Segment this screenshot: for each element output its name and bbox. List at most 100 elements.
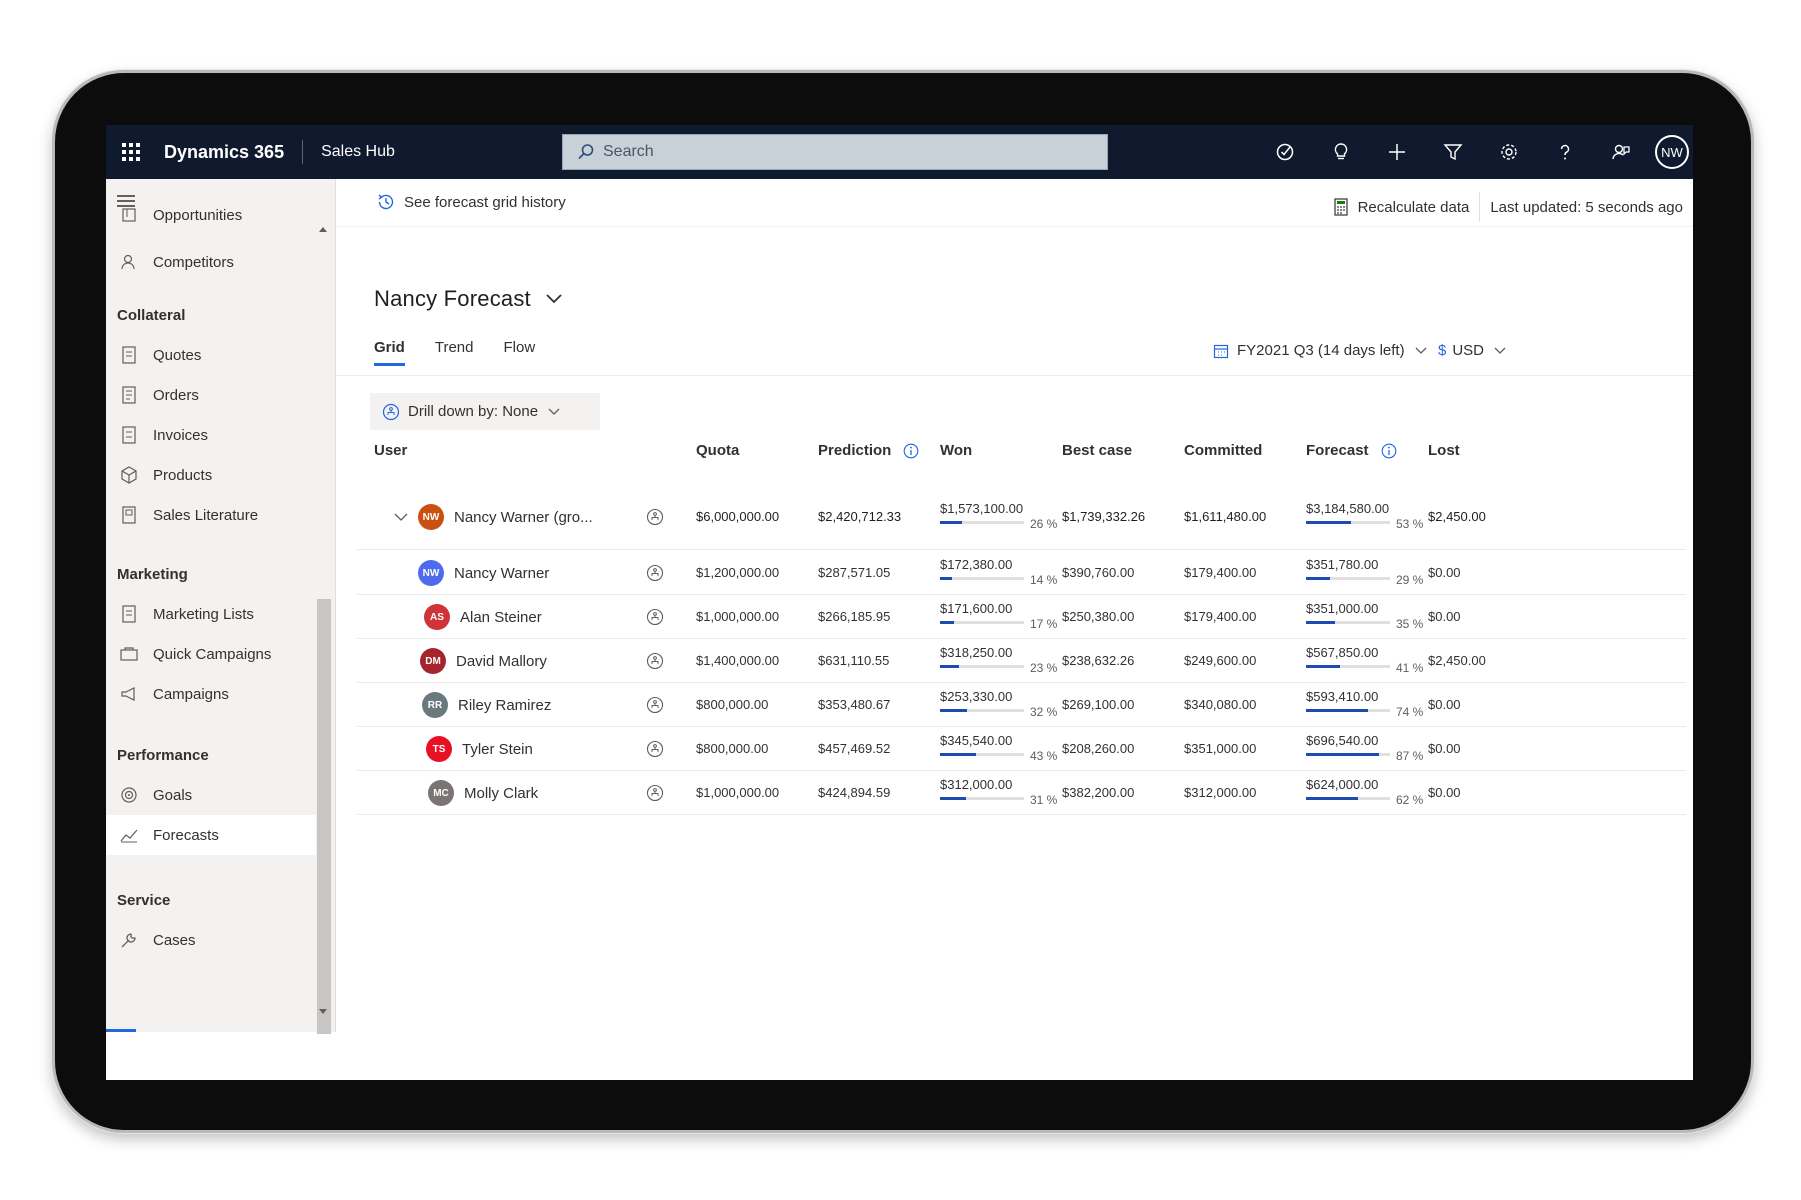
sidebar-item-marketing-lists[interactable]: Marketing Lists: [106, 594, 316, 634]
forecast-cell[interactable]: $696,540.00 87 %: [1306, 733, 1426, 767]
prediction-cell[interactable]: $457,469.52: [818, 741, 890, 756]
won-cell[interactable]: $171,600.00 17 %: [940, 601, 1060, 635]
chevron-down-icon[interactable]: [394, 512, 408, 522]
column-header-best-case[interactable]: Best case: [1062, 442, 1132, 459]
forecast-cell[interactable]: $351,000.00 35 %: [1306, 601, 1426, 635]
forecast-cell[interactable]: $567,850.00 41 %: [1306, 645, 1426, 679]
sidebar-item-forecasts[interactable]: Forecasts: [106, 815, 316, 855]
committed-cell[interactable]: $1,611,480.00: [1184, 509, 1266, 524]
filter-button[interactable]: [1425, 125, 1481, 179]
feedback-button[interactable]: [1593, 125, 1649, 179]
period-selector[interactable]: FY2021 Q3 (14 days left): [1213, 342, 1435, 359]
committed-cell[interactable]: $340,080.00: [1184, 697, 1256, 712]
won-cell[interactable]: $172,380.00 14 %: [940, 557, 1060, 591]
column-header-quota[interactable]: Quota: [696, 442, 739, 459]
best-case-cell[interactable]: $250,380.00: [1062, 609, 1134, 624]
prediction-cell[interactable]: $424,894.59: [818, 785, 890, 800]
info-icon[interactable]: [1381, 443, 1397, 459]
tab-trend[interactable]: Trend: [435, 339, 474, 366]
sidebar-item-quick-campaigns[interactable]: Quick Campaigns: [106, 634, 316, 674]
hierarchy-icon[interactable]: [646, 508, 664, 526]
lost-cell[interactable]: $2,450.00: [1428, 509, 1486, 524]
app-name[interactable]: Sales Hub: [321, 143, 395, 161]
task-check-button[interactable]: [1257, 125, 1313, 179]
table-group-row[interactable]: NW Nancy Warner (gro... $6,000,000.00 $2,42…: [356, 484, 1686, 550]
table-row[interactable]: AS Alan Steiner $1,000,000.00 $266,185.95 $1…: [356, 595, 1686, 639]
table-row[interactable]: TS Tyler Stein $800,000.00 $457,469.52 $345,…: [356, 727, 1686, 771]
lost-cell[interactable]: $0.00: [1428, 697, 1461, 712]
best-case-cell[interactable]: $390,760.00: [1062, 565, 1134, 580]
won-cell[interactable]: $345,540.00 43 %: [940, 733, 1060, 767]
lost-cell[interactable]: $0.00: [1428, 565, 1461, 580]
sidebar-item-campaigns[interactable]: Campaigns: [106, 674, 316, 714]
hierarchy-icon[interactable]: [646, 784, 664, 802]
user-name[interactable]: Molly Clark: [464, 785, 538, 802]
sidebar-scrollbar-thumb[interactable]: [317, 599, 331, 1034]
committed-cell[interactable]: $351,000.00: [1184, 741, 1256, 756]
column-header-user[interactable]: User: [374, 442, 407, 459]
user-avatar[interactable]: NW: [1655, 135, 1689, 169]
hierarchy-icon[interactable]: [646, 564, 664, 582]
won-cell[interactable]: $318,250.00 23 %: [940, 645, 1060, 679]
quota-cell[interactable]: $1,000,000.00: [696, 609, 779, 624]
prediction-cell[interactable]: $266,185.95: [818, 609, 890, 624]
forecast-cell[interactable]: $624,000.00 62 %: [1306, 777, 1426, 811]
user-name[interactable]: Tyler Stein: [462, 741, 533, 758]
drill-down-button[interactable]: Drill down by: None: [370, 393, 600, 430]
committed-cell[interactable]: $179,400.00: [1184, 565, 1256, 580]
table-row[interactable]: DM David Mallory $1,400,000.00 $631,110.55 $…: [356, 639, 1686, 683]
column-header-lost[interactable]: Lost: [1428, 442, 1460, 459]
column-header-committed[interactable]: Committed: [1184, 442, 1262, 459]
won-cell[interactable]: $1,573,100.00 26 %: [940, 501, 1060, 535]
best-case-cell[interactable]: $1,739,332.26: [1062, 509, 1145, 524]
tab-flow[interactable]: Flow: [503, 339, 535, 366]
app-launcher-button[interactable]: [106, 125, 156, 179]
recalculate-button[interactable]: Recalculate data: [1333, 198, 1469, 216]
sidebar-item-goals[interactable]: Goals: [106, 775, 316, 815]
sidebar-item-cases[interactable]: Cases: [106, 920, 316, 960]
prediction-cell[interactable]: $631,110.55: [818, 653, 889, 668]
new-button[interactable]: [1369, 125, 1425, 179]
quota-cell[interactable]: $1,400,000.00: [696, 653, 779, 668]
quota-cell[interactable]: $800,000.00: [696, 697, 768, 712]
won-cell[interactable]: $253,330.00 32 %: [940, 689, 1060, 723]
hierarchy-icon[interactable]: [646, 608, 664, 626]
table-row[interactable]: NW Nancy Warner $1,200,000.00 $287,571.05 $1…: [356, 551, 1686, 595]
prediction-cell[interactable]: $287,571.05: [818, 565, 890, 580]
forecast-cell[interactable]: $351,780.00 29 %: [1306, 557, 1426, 591]
quota-cell[interactable]: $1,000,000.00: [696, 785, 779, 800]
forecast-history-button[interactable]: See forecast grid history: [376, 192, 566, 212]
scroll-down-arrow[interactable]: [319, 1009, 327, 1014]
prediction-cell[interactable]: $2,420,712.33: [818, 509, 901, 524]
committed-cell[interactable]: $179,400.00: [1184, 609, 1256, 624]
tab-grid[interactable]: Grid: [374, 339, 405, 366]
sidebar-item-competitors[interactable]: Competitors: [106, 242, 316, 282]
sidebar-item-products[interactable]: Products: [106, 455, 316, 495]
best-case-cell[interactable]: $238,632.26: [1062, 653, 1134, 668]
sidebar-item-quotes[interactable]: Quotes: [106, 335, 316, 375]
scroll-up-arrow[interactable]: [319, 227, 327, 232]
quota-cell[interactable]: $1,200,000.00: [696, 565, 779, 580]
lost-cell[interactable]: $0.00: [1428, 785, 1461, 800]
user-name[interactable]: Nancy Warner: [454, 565, 549, 582]
search-input[interactable]: Search: [562, 134, 1108, 170]
sidebar-item-sales-literature[interactable]: Sales Literature: [106, 495, 316, 535]
best-case-cell[interactable]: $208,260.00: [1062, 741, 1134, 756]
sidebar-item-invoices[interactable]: Invoices: [106, 415, 316, 455]
help-button[interactable]: [1537, 125, 1593, 179]
best-case-cell[interactable]: $382,200.00: [1062, 785, 1134, 800]
forecast-cell[interactable]: $593,410.00 74 %: [1306, 689, 1426, 723]
hierarchy-icon[interactable]: [646, 696, 664, 714]
prediction-cell[interactable]: $353,480.67: [818, 697, 890, 712]
user-name[interactable]: David Mallory: [456, 653, 547, 670]
column-header-forecast[interactable]: Forecast: [1306, 442, 1397, 459]
column-header-won[interactable]: Won: [940, 442, 972, 459]
column-header-prediction[interactable]: Prediction: [818, 442, 919, 459]
hierarchy-icon[interactable]: [646, 740, 664, 758]
forecast-cell[interactable]: $3,184,580.00 53 %: [1306, 501, 1426, 535]
quota-cell[interactable]: $6,000,000.00: [696, 509, 779, 524]
lost-cell[interactable]: $0.00: [1428, 609, 1461, 624]
hierarchy-icon[interactable]: [646, 652, 664, 670]
committed-cell[interactable]: $312,000.00: [1184, 785, 1256, 800]
currency-selector[interactable]: $ USD: [1438, 342, 1506, 359]
